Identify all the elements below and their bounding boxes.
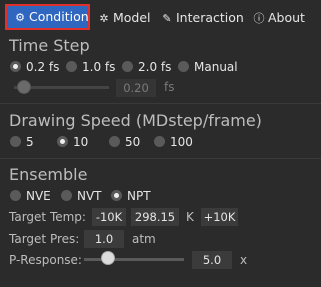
- p-response-input[interactable]: 5.0: [192, 251, 232, 269]
- p-response-unit: x: [240, 253, 248, 267]
- p-response-label: P-Response:: [9, 253, 82, 267]
- tab-interaction[interactable]: ✎ Interaction: [160, 7, 244, 29]
- radio-label: 100: [170, 135, 193, 149]
- radio-ensemble-npt[interactable]: NPT: [111, 189, 151, 203]
- atom-icon: ✲: [99, 12, 109, 25]
- radio-dot-icon: [61, 190, 72, 201]
- temp-plus-button[interactable]: +10K: [201, 208, 238, 226]
- radio-dot-icon: [178, 61, 189, 72]
- info-icon: ⓘ: [253, 12, 265, 25]
- radio-time-manual[interactable]: Manual: [178, 60, 238, 74]
- radio-dot-icon: [10, 190, 21, 201]
- time-step-heading: Time Step: [9, 36, 90, 55]
- radio-time-1-0[interactable]: 1.0 fs: [66, 60, 115, 74]
- tab-model[interactable]: ✲ Model: [97, 7, 151, 29]
- radio-dot-icon: [154, 136, 165, 147]
- radio-speed-5[interactable]: 5: [10, 135, 34, 149]
- time-step-options: 0.2 fs 1.0 fs 2.0 fs Manual: [10, 60, 310, 76]
- ensemble-heading: Ensemble: [9, 165, 88, 184]
- radio-speed-10[interactable]: 10: [57, 135, 88, 149]
- divider: [0, 103, 321, 104]
- radio-label: 1.0 fs: [82, 60, 116, 74]
- radio-dot-icon: [111, 190, 122, 201]
- radio-ensemble-nve[interactable]: NVE: [10, 189, 51, 203]
- tab-condition[interactable]: ⚙ Condition: [5, 4, 90, 30]
- radio-label: Manual: [194, 60, 238, 74]
- ensemble-options: NVE NVT NPT: [10, 189, 310, 205]
- radio-speed-100[interactable]: 100: [154, 135, 193, 149]
- drawing-speed-heading: Drawing Speed (MDstep/frame): [9, 111, 262, 130]
- radio-speed-50[interactable]: 50: [109, 135, 140, 149]
- p-response-slider-handle[interactable]: [101, 251, 115, 265]
- tab-model-label: Model: [113, 10, 151, 25]
- radio-dot-icon: [10, 61, 21, 72]
- radio-label: 0.2 fs: [26, 60, 60, 74]
- temp-unit: K: [186, 210, 194, 224]
- radio-dot-icon: [122, 61, 133, 72]
- tab-about[interactable]: ⓘ About: [252, 7, 305, 29]
- target-pres-input[interactable]: 1.0: [84, 230, 124, 248]
- radio-time-2-0[interactable]: 2.0 fs: [122, 60, 171, 74]
- tab-about-label: About: [268, 10, 305, 25]
- radio-dot-icon: [109, 136, 120, 147]
- tab-condition-label: Condition: [29, 9, 89, 24]
- time-step-unit: fs: [164, 80, 175, 94]
- divider: [0, 158, 321, 159]
- radio-label: NVT: [77, 189, 102, 203]
- tab-interaction-label: Interaction: [176, 10, 244, 25]
- target-temp-label: Target Temp:: [9, 210, 86, 224]
- radio-label: 5: [26, 135, 34, 149]
- radio-label: 50: [125, 135, 141, 149]
- target-pres-label: Target Pres:: [9, 232, 80, 246]
- radio-dot-icon: [57, 136, 68, 147]
- time-step-slider-handle[interactable]: [17, 80, 31, 94]
- p-response-slider-track[interactable]: [84, 258, 184, 261]
- radio-dot-icon: [10, 136, 21, 147]
- radio-label: NVE: [26, 189, 51, 203]
- pres-unit: atm: [132, 232, 156, 246]
- radio-time-0-2[interactable]: 0.2 fs: [10, 60, 59, 74]
- target-temp-input[interactable]: 298.15: [131, 208, 179, 226]
- radio-label: 10: [73, 135, 89, 149]
- time-step-manual-input[interactable]: 0.20: [116, 79, 156, 97]
- gear-icon: ⚙: [15, 11, 25, 24]
- radio-ensemble-nvt[interactable]: NVT: [61, 189, 102, 203]
- wand-icon: ✎: [162, 12, 172, 25]
- drawing-speed-options: 5 10 50 100: [10, 135, 310, 151]
- temp-minus-button[interactable]: -10K: [92, 208, 126, 226]
- radio-label: 2.0 fs: [138, 60, 172, 74]
- radio-dot-icon: [66, 61, 77, 72]
- radio-label: NPT: [127, 189, 151, 203]
